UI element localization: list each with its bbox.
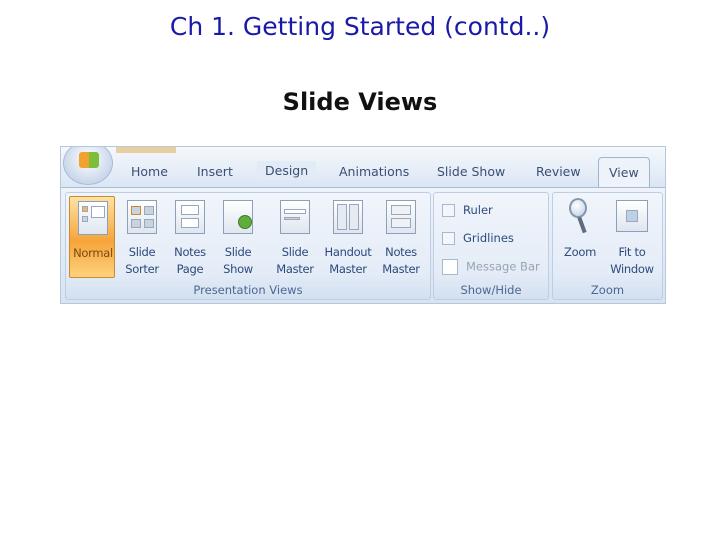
slide-title: Ch 1. Getting Started (contd..)	[169, 12, 551, 41]
slide-sorter-button[interactable]: Slide Sorter	[119, 196, 165, 278]
slide-sorter-icon	[127, 200, 157, 234]
normal-view-icon	[78, 201, 108, 235]
message-bar-checkbox: Message Bar	[442, 259, 540, 277]
handout-master-icon	[333, 200, 363, 234]
ruler-label: Ruler	[463, 203, 493, 217]
fit-to-window-icon	[616, 200, 648, 232]
checkbox-icon[interactable]	[442, 204, 455, 217]
slide-master-button[interactable]: Slide Master	[272, 196, 318, 278]
quick-access-toolbar[interactable]	[116, 147, 176, 153]
slide-master-icon	[280, 200, 310, 234]
tab-view[interactable]: View	[598, 157, 650, 187]
tab-home[interactable]: Home	[131, 164, 168, 179]
notes-master-button[interactable]: Notes Master	[378, 196, 424, 278]
office-button[interactable]	[63, 147, 113, 185]
tab-slide-show[interactable]: Slide Show	[437, 164, 505, 179]
notes-master-label: Notes Master	[382, 245, 420, 276]
ribbon-tab-bar: Home Insert Design Animations Slide Show…	[61, 147, 665, 187]
group-show-hide: Ruler Gridlines Message Bar Show/Hide	[433, 192, 549, 300]
notes-master-icon	[386, 200, 416, 234]
fit-to-window-button[interactable]: Fit to Window	[609, 196, 655, 278]
normal-view-label: Normal	[73, 246, 113, 260]
slide-show-icon	[223, 200, 253, 234]
tab-animations[interactable]: Animations	[339, 164, 409, 179]
handout-master-button[interactable]: Handout Master	[324, 196, 372, 278]
ruler-checkbox[interactable]: Ruler	[442, 203, 493, 221]
gridlines-label: Gridlines	[463, 231, 514, 245]
magnifier-icon	[567, 198, 593, 238]
zoom-label: Zoom	[564, 245, 596, 259]
gridlines-checkbox[interactable]: Gridlines	[442, 231, 514, 249]
message-bar-label: Message Bar	[466, 259, 540, 274]
ribbon-screenshot: Home Insert Design Animations Slide Show…	[60, 146, 666, 304]
slide-sorter-label: Slide Sorter	[125, 245, 159, 276]
notes-page-label: Notes Page	[174, 245, 206, 276]
checkbox-icon	[442, 259, 458, 275]
zoom-button[interactable]: Zoom	[557, 196, 603, 278]
group-label-show-hide: Show/Hide	[460, 283, 522, 297]
tab-design[interactable]: Design	[257, 161, 317, 180]
slide-subtitle: Slide Views	[282, 88, 438, 116]
ribbon-body: Normal Slide Sorter Notes Page Slide Sho…	[61, 187, 665, 303]
tab-insert[interactable]: Insert	[197, 164, 233, 179]
group-label-presentation-views: Presentation Views	[193, 283, 303, 297]
office-logo-icon	[79, 152, 99, 168]
slide-show-label: Slide Show	[223, 245, 253, 276]
handout-master-label: Handout Master	[324, 245, 372, 276]
slide-show-button[interactable]: Slide Show	[215, 196, 261, 278]
checkbox-icon[interactable]	[442, 232, 455, 245]
group-presentation-views: Normal Slide Sorter Notes Page Slide Sho…	[65, 192, 431, 300]
group-zoom: Zoom Fit to Window Zoom	[552, 192, 663, 300]
notes-page-button[interactable]: Notes Page	[167, 196, 213, 278]
notes-page-icon	[175, 200, 205, 234]
tab-review[interactable]: Review	[536, 164, 581, 179]
group-label-zoom: Zoom	[590, 283, 625, 297]
slide-master-label: Slide Master	[276, 245, 314, 276]
normal-view-button[interactable]: Normal	[69, 196, 115, 278]
fit-to-window-label: Fit to Window	[610, 245, 654, 276]
